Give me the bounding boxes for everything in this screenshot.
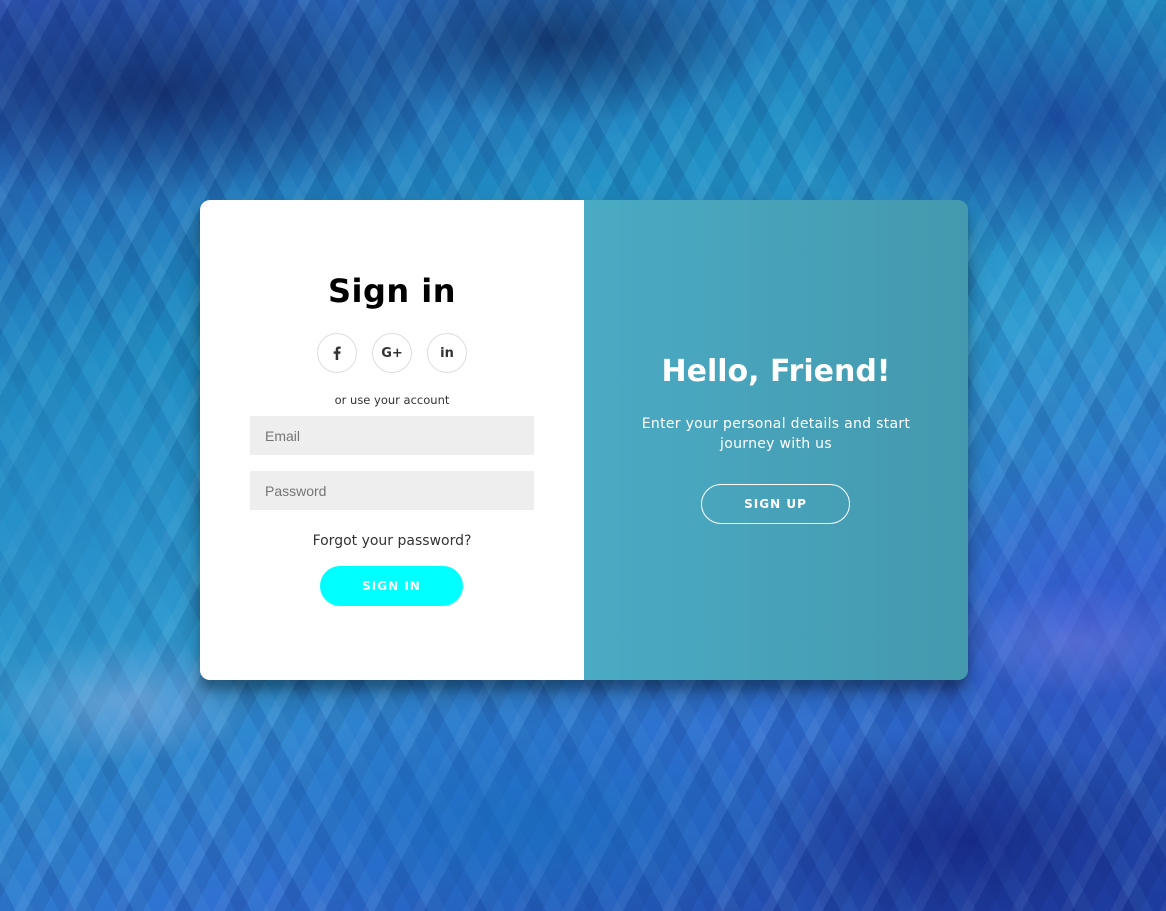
auth-card: Sign in G+ in or use your account Forgot… bbox=[200, 200, 968, 680]
sign-in-button[interactable]: SIGN IN bbox=[320, 566, 463, 606]
facebook-button[interactable] bbox=[317, 333, 357, 373]
forgot-password-link[interactable]: Forgot your password? bbox=[200, 533, 584, 549]
social-login-row: G+ in bbox=[200, 333, 584, 373]
sign-in-panel: Sign in G+ in or use your account Forgot… bbox=[200, 200, 584, 680]
sign-up-button[interactable]: SIGN UP bbox=[701, 484, 850, 524]
page-background: { "sign_in": { "title": "Sign in", "soci… bbox=[0, 0, 1166, 911]
password-field[interactable] bbox=[250, 471, 534, 510]
google-plus-button[interactable]: G+ bbox=[372, 333, 412, 373]
sign-in-title: Sign in bbox=[327, 272, 457, 310]
account-hint-text: or use your account bbox=[334, 393, 450, 407]
overlay-panel: Hello, Friend! Enter your personal detai… bbox=[584, 200, 968, 680]
overlay-text: Enter your personal details and start jo… bbox=[641, 416, 911, 452]
google-plus-icon: G+ bbox=[381, 345, 403, 361]
email-field[interactable] bbox=[250, 416, 534, 455]
overlay-title: Hello, Friend! bbox=[661, 354, 891, 389]
linkedin-icon: in bbox=[440, 345, 454, 361]
facebook-icon bbox=[333, 346, 341, 360]
linkedin-button[interactable]: in bbox=[427, 333, 467, 373]
